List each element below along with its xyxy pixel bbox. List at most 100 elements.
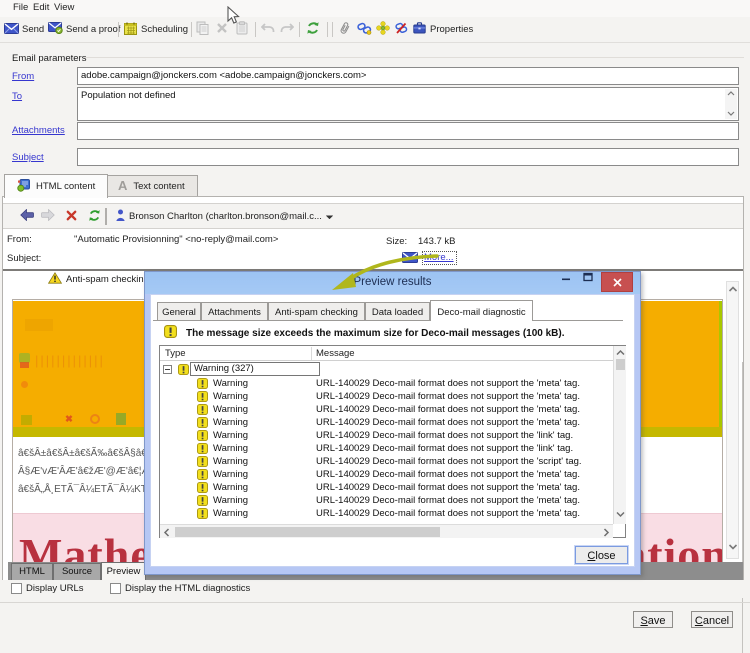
scroll-down-icon[interactable]: [725, 109, 737, 119]
scheduling-button[interactable]: Scheduling: [124, 19, 188, 40]
disable-tracking-button[interactable]: [394, 19, 408, 40]
dialog-tab-data-loaded[interactable]: Data loaded: [365, 302, 430, 321]
preview-scrollbar[interactable]: [726, 281, 739, 559]
subject-link[interactable]: Subject: [12, 152, 44, 163]
account-selector[interactable]: Bronson Charlton (charlton.bronson@mail.…: [116, 206, 333, 227]
send-proof-envelope-icon: [48, 22, 63, 37]
warning-triangle-icon: [48, 272, 62, 287]
scroll-down-icon[interactable]: [727, 542, 738, 554]
chevron-down-icon: [326, 211, 333, 222]
table-row[interactable]: WarningURL-140029 Deco-mail format does …: [160, 429, 612, 442]
attachment-button[interactable]: [339, 19, 351, 40]
table-row[interactable]: WarningURL-140029 Deco-mail format does …: [160, 507, 612, 520]
subject-field[interactable]: [77, 148, 739, 166]
table-row[interactable]: WarningURL-140029 Deco-mail format does …: [160, 416, 612, 429]
table-header[interactable]: Type Message: [160, 346, 625, 361]
send-button[interactable]: Send: [4, 19, 44, 40]
tab-html[interactable]: HTML: [11, 563, 53, 580]
table-row[interactable]: WarningURL-140029 Deco-mail format does …: [160, 455, 612, 468]
table-group-row[interactable]: Warning (327): [160, 363, 612, 376]
table-row[interactable]: WarningURL-140029 Deco-mail format does …: [160, 377, 612, 390]
menu-view[interactable]: View: [54, 2, 74, 13]
row-type: Warning: [213, 508, 248, 519]
close-window-button[interactable]: [601, 272, 633, 292]
tab-html-content-label: HTML content: [36, 181, 95, 192]
row-type: Warning: [213, 404, 248, 415]
email-parameters-label: Email parameters: [12, 53, 86, 64]
minimize-button[interactable]: [557, 272, 575, 292]
scroll-up-icon[interactable]: [727, 284, 738, 296]
row-message: URL-140029 Deco-mail format does not sup…: [316, 391, 580, 402]
menu-edit[interactable]: Edit: [33, 2, 49, 13]
cancel-button[interactable]: Cancel: [691, 611, 733, 628]
link-button[interactable]: [357, 19, 372, 40]
attachments-field[interactable]: [77, 122, 739, 140]
html-content-icon: [17, 179, 30, 195]
send-envelope-icon: [4, 23, 19, 37]
table-row[interactable]: WarningURL-140029 Deco-mail format does …: [160, 442, 612, 455]
reload-button[interactable]: [88, 206, 101, 227]
row-type: Warning: [213, 430, 248, 441]
stop-button[interactable]: [66, 206, 77, 227]
collapse-icon[interactable]: [163, 365, 172, 374]
back-button[interactable]: [20, 206, 34, 227]
tab-html-content[interactable]: HTML content: [4, 174, 108, 198]
close-button[interactable]: Close: [575, 546, 628, 564]
to-field[interactable]: Population not defined: [77, 87, 739, 121]
row-message: URL-140029 Deco-mail format does not sup…: [316, 482, 580, 493]
to-link[interactable]: To: [12, 91, 22, 102]
preview-results-dialog: Preview results General Attachments Anti…: [144, 271, 641, 575]
column-type[interactable]: Type: [165, 348, 186, 359]
attachments-link[interactable]: Attachments: [12, 125, 65, 136]
dialog-tab-attachments[interactable]: Attachments: [201, 302, 268, 321]
column-divider[interactable]: [311, 347, 312, 360]
forward-button-disabled[interactable]: [41, 206, 55, 227]
groupbox-line: [84, 57, 744, 58]
flower-icon: [376, 21, 390, 38]
redo-button-disabled[interactable]: [280, 19, 294, 40]
scrollbar-thumb[interactable]: [616, 359, 625, 370]
from-field[interactable]: adobe.campaign@jonckers.com <adobe.campa…: [77, 67, 739, 85]
table-vscrollbar[interactable]: [613, 346, 626, 524]
display-urls-checkbox[interactable]: [11, 583, 22, 594]
table-row[interactable]: WarningURL-140029 Deco-mail format does …: [160, 403, 612, 416]
tab-preview[interactable]: Preview: [101, 562, 146, 580]
tab-text-content[interactable]: A Text content: [105, 175, 198, 196]
table-row[interactable]: WarningURL-140029 Deco-mail format does …: [160, 494, 612, 507]
annotation-arrow: [300, 244, 460, 304]
properties-label: Properties: [430, 24, 473, 35]
table-row[interactable]: WarningURL-140029 Deco-mail format does …: [160, 481, 612, 494]
properties-button[interactable]: Properties: [413, 19, 473, 40]
table-row[interactable]: WarningURL-140029 Deco-mail format does …: [160, 468, 612, 481]
refresh-button[interactable]: [306, 19, 320, 40]
viewer-toolbar: Bronson Charlton (charlton.bronson@mail.…: [3, 203, 743, 229]
scroll-up-icon[interactable]: [725, 89, 737, 99]
redo-arrow-icon: [280, 22, 294, 37]
menu-file[interactable]: File: [13, 2, 28, 13]
copy-button-disabled[interactable]: [196, 19, 209, 40]
toolbar-separator: [105, 208, 107, 225]
display-html-diagnostics-checkbox[interactable]: [110, 583, 121, 594]
save-button[interactable]: Save: [633, 611, 673, 628]
scroll-left-icon[interactable]: [162, 527, 171, 541]
to-field-scrollbar[interactable]: [725, 89, 737, 119]
scroll-right-icon[interactable]: [602, 527, 611, 541]
dialog-tab-general[interactable]: General: [157, 302, 201, 321]
options-row: Display URLs Display the HTML diagnostic…: [0, 580, 750, 598]
tab-pane-border: [3, 196, 743, 197]
scrollbar-thumb[interactable]: [175, 527, 440, 537]
dialog-tab-antispam[interactable]: Anti-spam checking: [268, 302, 365, 321]
send-proof-button[interactable]: Send a proof: [48, 19, 120, 40]
table-hscrollbar[interactable]: [160, 524, 613, 538]
column-message[interactable]: Message: [316, 348, 355, 359]
from-link[interactable]: From: [12, 71, 34, 82]
undo-button-disabled[interactable]: [261, 19, 275, 40]
maximize-button[interactable]: [579, 272, 597, 292]
tab-source[interactable]: Source: [53, 563, 101, 580]
antispam-button[interactable]: [376, 19, 390, 40]
email-decoration: ✖: [65, 414, 76, 425]
scroll-down-icon[interactable]: [615, 510, 626, 522]
toolbar-separator: [327, 22, 328, 37]
email-decoration: [21, 415, 32, 425]
table-row[interactable]: WarningURL-140029 Deco-mail format does …: [160, 390, 612, 403]
